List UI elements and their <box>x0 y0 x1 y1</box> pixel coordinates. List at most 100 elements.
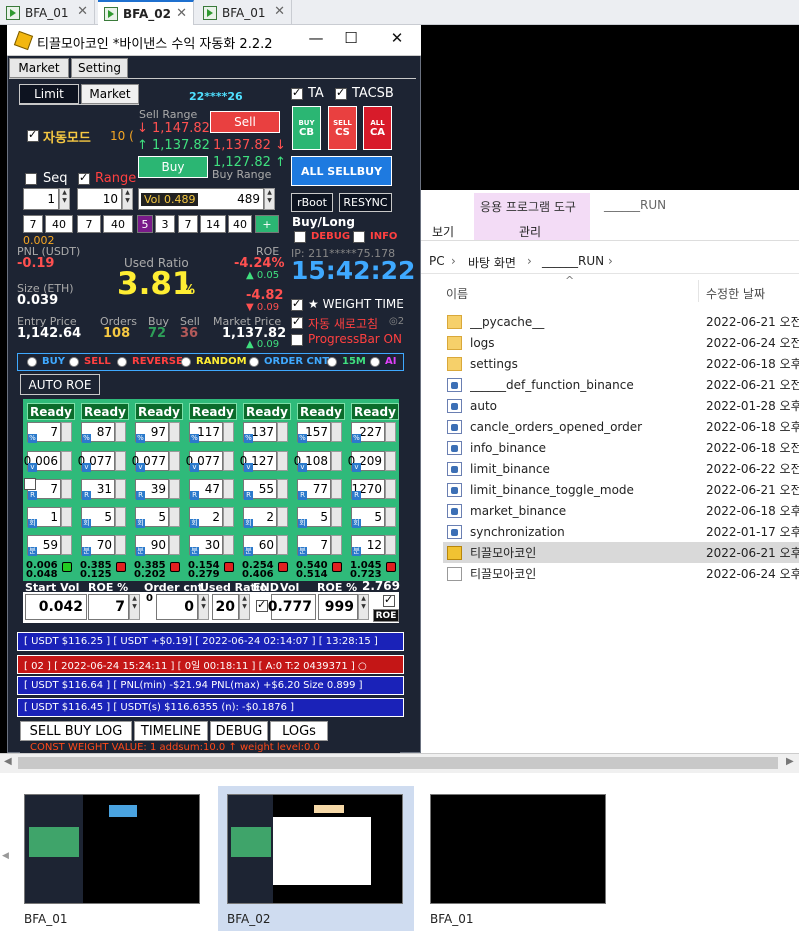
preset-button[interactable]: + <box>255 215 279 233</box>
file-row[interactable]: logs 2022-06-24 오전 <box>443 332 799 353</box>
column-header-date[interactable]: 수정한 날짜 <box>706 285 765 302</box>
vol-stepper[interactable]: ▲ ▼ <box>264 188 275 210</box>
file-row[interactable]: cancle_orders_opened_order 2022-06-18 오후 <box>443 416 799 437</box>
radio-button[interactable] <box>249 357 259 367</box>
grid-stepper[interactable] <box>385 535 396 555</box>
preset-button[interactable]: 40 <box>228 215 252 233</box>
tab-logs[interactable]: LOGs <box>270 721 328 741</box>
roe2-stepper[interactable]: ▲ ▼ <box>358 594 369 620</box>
weight-time-checkbox[interactable] <box>291 297 303 311</box>
thumb-bfa02[interactable] <box>227 794 403 904</box>
address-bar[interactable]: PC › 바탕 화면 › ______RUN › <box>421 252 799 272</box>
file-row[interactable]: info_binance 2022-06-18 오전 <box>443 437 799 458</box>
info-checkbox[interactable] <box>353 231 365 243</box>
tab-bfa01-first[interactable]: BFA_01 ✕ <box>0 0 95 25</box>
auto-mode-checkbox[interactable] <box>27 128 39 142</box>
ta-checkbox[interactable] <box>291 86 303 100</box>
tab-debug[interactable]: DEBUG <box>210 721 268 741</box>
grid-stepper[interactable] <box>115 422 126 442</box>
scroll-left-icon[interactable]: ◀ <box>4 756 12 767</box>
tacsb-checkbox[interactable] <box>335 86 347 100</box>
preset-button[interactable]: 5 <box>137 215 153 233</box>
seq-input[interactable]: 1 <box>23 188 59 210</box>
limit-tab[interactable]: Limit <box>19 84 79 104</box>
grid-stepper[interactable] <box>61 507 72 527</box>
minimize-button[interactable]: — <box>301 29 331 47</box>
horizontal-scrollbar[interactable]: ◀ ▶ <box>0 753 799 773</box>
scroll-thumb[interactable] <box>18 757 778 769</box>
file-row[interactable]: settings 2022-06-18 오후 <box>443 353 799 374</box>
preset-button[interactable]: 7 <box>23 215 43 233</box>
thumb-bfa01-second[interactable] <box>430 794 606 904</box>
grid-stepper[interactable] <box>223 479 234 499</box>
progressbar-checkbox[interactable] <box>291 334 303 346</box>
grid-stepper[interactable] <box>385 451 396 471</box>
tab-setting[interactable]: Setting <box>71 58 128 78</box>
debug-checkbox[interactable] <box>294 231 306 243</box>
seq-stepper[interactable]: ▲ ▼ <box>59 188 70 210</box>
range-input[interactable]: 10 <box>77 188 122 210</box>
preset-button[interactable]: 14 <box>200 215 226 233</box>
used-ratio-input[interactable]: 20 <box>212 594 239 620</box>
roe2-input[interactable]: 999 <box>318 594 358 620</box>
preset-button[interactable]: 40 <box>45 215 73 233</box>
resync-button[interactable]: RESYNC <box>339 193 392 212</box>
tab-timeline[interactable]: TIMELINE <box>134 721 208 741</box>
cs-button[interactable]: BUY CB <box>292 106 321 150</box>
grid-stepper[interactable] <box>277 422 288 442</box>
column-header-name[interactable]: 이름 <box>446 285 468 302</box>
used-ratio-stepper[interactable]: ▲ ▼ <box>239 594 250 620</box>
tab-market-top[interactable]: Market <box>9 58 69 78</box>
preset-button[interactable]: 7 <box>178 215 198 233</box>
auto-refresh-checkbox[interactable] <box>291 315 303 329</box>
radio-button[interactable] <box>370 357 380 367</box>
grid-stepper[interactable] <box>115 451 126 471</box>
cs-button[interactable]: ALL CA <box>363 106 392 150</box>
roe-toggle-button[interactable]: ROE <box>373 609 399 622</box>
grid-stepper[interactable] <box>331 507 342 527</box>
vol-input[interactable]: Vol 0.489 489 <box>138 188 264 210</box>
file-row[interactable]: synchronization 2022-01-17 오후 <box>443 521 799 542</box>
file-row[interactable]: market_binance 2022-06-18 오후 <box>443 500 799 521</box>
tab-bfa02[interactable]: BFA_02 ✕ <box>98 0 194 25</box>
radio-button[interactable] <box>69 357 79 367</box>
grid-stepper[interactable] <box>61 535 72 555</box>
grid-stepper[interactable] <box>385 479 396 499</box>
grid-stepper[interactable] <box>115 535 126 555</box>
grid-stepper[interactable] <box>385 422 396 442</box>
file-row[interactable]: limit_binance 2022-06-22 오전 <box>443 458 799 479</box>
grid-stepper[interactable] <box>385 507 396 527</box>
file-row[interactable]: 티끌모아코인 2022-06-21 오후 <box>443 542 799 563</box>
file-row[interactable]: auto 2022-01-28 오후 <box>443 395 799 416</box>
roe-stepper[interactable]: ▲ ▼ <box>129 594 140 620</box>
order-cnt-input[interactable]: 0 <box>156 594 198 620</box>
radio-button[interactable] <box>117 357 127 367</box>
range-stepper[interactable]: ▲ ▼ <box>122 188 133 210</box>
preset-button[interactable]: 3 <box>155 215 175 233</box>
thumb-bfa01-first[interactable] <box>24 794 200 904</box>
grid-stepper[interactable] <box>277 451 288 471</box>
sell-button[interactable]: Sell <box>210 111 280 133</box>
grid-stepper[interactable] <box>331 479 342 499</box>
grid-stepper[interactable] <box>277 507 288 527</box>
scroll-right-icon[interactable]: ▶ <box>786 756 794 767</box>
order-cnt-stepper[interactable]: ▲ ▼ <box>198 594 209 620</box>
grid-stepper[interactable] <box>331 422 342 442</box>
file-row[interactable]: __pycache__ 2022-06-21 오전 <box>443 311 799 332</box>
grid-stepper[interactable] <box>223 535 234 555</box>
grid-stepper[interactable] <box>223 422 234 442</box>
grid-stepper[interactable] <box>223 507 234 527</box>
rboot-button[interactable]: rBoot <box>291 193 333 212</box>
close-button[interactable]: ✕ <box>382 29 412 47</box>
radio-button[interactable] <box>327 357 337 367</box>
grid-stepper[interactable] <box>331 535 342 555</box>
tab-bfa01-second[interactable]: BFA_01 ✕ <box>197 0 292 25</box>
grid-stepper[interactable] <box>169 507 180 527</box>
grid-stepper[interactable] <box>169 535 180 555</box>
grid-stepper[interactable] <box>331 451 342 471</box>
all-sellbuy-button[interactable]: ALL SELLBUY <box>291 156 392 186</box>
row-r-checkbox[interactable] <box>24 478 36 490</box>
thumb-scroll-left-icon[interactable]: ◀ <box>2 851 9 861</box>
grid-stepper[interactable] <box>61 479 72 499</box>
grid-stepper[interactable] <box>115 479 126 499</box>
